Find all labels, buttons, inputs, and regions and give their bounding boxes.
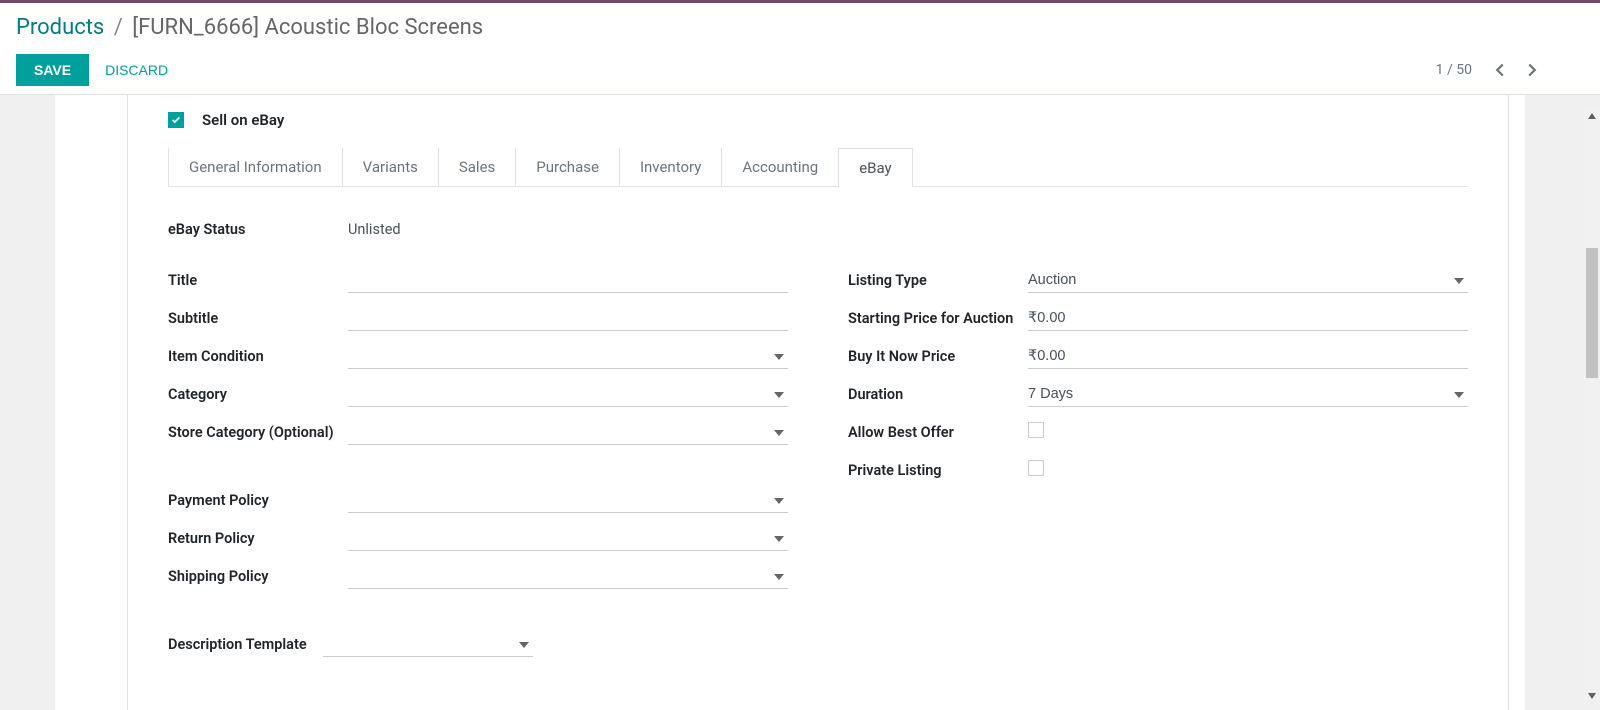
payment-policy-row: Payment Policy [168, 488, 788, 516]
subtitle-label: Subtitle [168, 306, 348, 327]
store-category-select[interactable] [348, 420, 788, 445]
header: Products / [FURN_6666] Acoustic Bloc Scr… [0, 3, 1600, 94]
private-listing-row: Private Listing [848, 458, 1468, 486]
tab-variants[interactable]: Variants [342, 147, 439, 186]
form-columns: Title Subtitle Item Cond [168, 268, 1468, 670]
tab-purchase[interactable]: Purchase [515, 147, 620, 186]
tab-ebay[interactable]: eBay [838, 148, 912, 187]
buy-now-label: Buy It Now Price [848, 344, 1028, 365]
tab-inventory[interactable]: Inventory [619, 147, 722, 186]
content-wrap: Sell on eBay General Information Variant… [0, 95, 1600, 710]
pager-prev-button[interactable] [1488, 58, 1512, 82]
description-template-select[interactable] [323, 632, 533, 657]
shipping-policy-row: Shipping Policy [168, 564, 788, 592]
return-policy-row: Return Policy [168, 526, 788, 554]
scroll-up-icon[interactable] [1586, 110, 1598, 122]
private-listing-checkbox[interactable] [1028, 460, 1044, 476]
scrollbar[interactable] [1583, 108, 1600, 704]
starting-price-input[interactable] [1028, 306, 1468, 331]
title-label: Title [168, 268, 348, 289]
item-condition-label: Item Condition [168, 344, 348, 365]
shipping-policy-select[interactable] [348, 564, 788, 589]
breadcrumb-separator: / [110, 15, 127, 40]
shipping-policy-label: Shipping Policy [168, 564, 348, 585]
sell-on-ebay-checkbox[interactable] [168, 112, 184, 128]
breadcrumb: Products / [FURN_6666] Acoustic Bloc Scr… [16, 15, 1584, 40]
category-select[interactable] [348, 382, 788, 407]
tab-accounting[interactable]: Accounting [721, 147, 839, 186]
content-scroll: Sell on eBay General Information Variant… [55, 95, 1525, 710]
subtitle-row: Subtitle [168, 306, 788, 334]
listing-type-select[interactable] [1028, 268, 1468, 293]
category-row: Category [168, 382, 788, 410]
listing-type-row: Listing Type [848, 268, 1468, 296]
ebay-status-label: eBay Status [168, 217, 348, 238]
save-button[interactable]: SAVE [16, 54, 89, 86]
title-input[interactable] [348, 268, 788, 293]
title-row: Title [168, 268, 788, 296]
pager-arrows [1488, 58, 1544, 82]
pager-next-button[interactable] [1520, 58, 1544, 82]
sell-on-ebay-label: Sell on eBay [202, 111, 284, 129]
ebay-status-value: Unlisted [348, 217, 1468, 238]
scroll-down-icon[interactable] [1586, 690, 1598, 702]
allow-best-offer-row: Allow Best Offer [848, 420, 1468, 448]
pager: 1 / 50 [1436, 58, 1584, 82]
allow-best-offer-checkbox[interactable] [1028, 422, 1044, 438]
buy-now-input[interactable] [1028, 344, 1468, 369]
form-col-right: Listing Type Starting Price for Auction [848, 268, 1468, 670]
tab-content-ebay: eBay Status Unlisted Title Subtitle [168, 187, 1468, 670]
breadcrumb-root[interactable]: Products [16, 15, 104, 40]
scroll-thumb[interactable] [1586, 248, 1598, 378]
form-sheet: Sell on eBay General Information Variant… [127, 95, 1509, 710]
tab-general-information[interactable]: General Information [168, 147, 343, 186]
store-category-label: Store Category (Optional) [168, 420, 348, 441]
pager-count: 1 / 50 [1436, 62, 1472, 78]
buy-now-row: Buy It Now Price [848, 344, 1468, 372]
duration-label: Duration [848, 382, 1028, 403]
subtitle-input[interactable] [348, 306, 788, 331]
actions-row: SAVE DISCARD 1 / 50 [16, 54, 1584, 86]
breadcrumb-current: [FURN_6666] Acoustic Bloc Screens [132, 15, 483, 40]
starting-price-label: Starting Price for Auction [848, 306, 1028, 327]
actions-left: SAVE DISCARD [16, 54, 168, 86]
duration-select[interactable] [1028, 382, 1468, 407]
category-label: Category [168, 382, 348, 403]
tabs: General Information Variants Sales Purch… [168, 147, 1468, 187]
listing-type-label: Listing Type [848, 268, 1028, 289]
return-policy-select[interactable] [348, 526, 788, 551]
private-listing-label: Private Listing [848, 458, 1028, 479]
ebay-status-row: eBay Status Unlisted [168, 217, 1468, 238]
discard-button[interactable]: DISCARD [105, 62, 168, 78]
payment-policy-label: Payment Policy [168, 488, 348, 509]
description-template-row: Description Template [168, 632, 788, 660]
store-category-row: Store Category (Optional) [168, 420, 788, 448]
description-template-label: Description Template [168, 632, 323, 653]
sell-on-ebay-row: Sell on eBay [168, 95, 1468, 147]
duration-row: Duration [848, 382, 1468, 410]
starting-price-row: Starting Price for Auction [848, 306, 1468, 334]
allow-best-offer-label: Allow Best Offer [848, 420, 1028, 441]
payment-policy-select[interactable] [348, 488, 788, 513]
item-condition-select[interactable] [348, 344, 788, 369]
return-policy-label: Return Policy [168, 526, 348, 547]
item-condition-row: Item Condition [168, 344, 788, 372]
form-col-left: Title Subtitle Item Cond [168, 268, 788, 670]
tab-sales[interactable]: Sales [438, 147, 516, 186]
